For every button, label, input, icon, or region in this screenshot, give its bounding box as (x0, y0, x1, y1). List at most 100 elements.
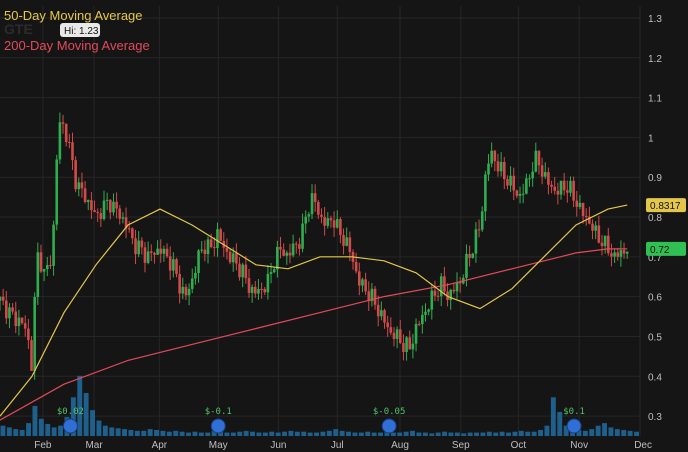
volume-bar (557, 411, 563, 436)
volume-bar (147, 429, 153, 436)
candle-body (127, 228, 131, 230)
candle-body (206, 239, 210, 255)
candle-body (619, 250, 623, 257)
candle-body (490, 150, 493, 164)
price-badge-label: 0.72 (650, 245, 670, 256)
candle-body (285, 252, 289, 256)
candle-body (345, 237, 348, 246)
event-icon (566, 418, 582, 434)
volume-bar (538, 429, 543, 436)
volume-bar (90, 410, 95, 436)
candle-body (436, 295, 440, 297)
candle-body (616, 252, 620, 257)
candle-body (288, 252, 292, 256)
candle-body (172, 259, 175, 271)
candle-body (323, 217, 326, 226)
y-tick-label: 0.5 (648, 332, 662, 343)
candle-body (238, 263, 241, 278)
candle-body (424, 311, 427, 315)
volume-bar (320, 431, 326, 436)
candle-body (266, 273, 270, 293)
volume-bar (544, 425, 550, 436)
candle-body (131, 228, 134, 239)
volume-bar (422, 432, 428, 436)
candle-body (528, 178, 531, 180)
volume-bar (294, 431, 300, 436)
candle-body (159, 248, 163, 254)
candle-body (597, 225, 601, 243)
candle-body (137, 240, 140, 255)
volume-bar (531, 431, 537, 436)
candle-body (474, 229, 478, 254)
candle-body (250, 286, 254, 293)
volume-bar (358, 432, 364, 436)
volume-bar (499, 431, 505, 436)
candle-body (165, 248, 169, 257)
x-tick-label: Dec (634, 440, 652, 451)
volume-bar (390, 432, 396, 436)
volume-bar (403, 431, 409, 436)
candle-body (96, 212, 100, 214)
volume-bar (256, 432, 262, 436)
volume-bar (474, 432, 479, 436)
candle-body (414, 323, 418, 344)
x-tick-label: Aug (391, 440, 409, 451)
candle-body (603, 235, 607, 247)
candle-body (11, 307, 14, 312)
volume-bar (115, 428, 121, 436)
candle-body (45, 264, 49, 270)
candle-body (269, 272, 273, 274)
candle-body (42, 269, 46, 272)
volume-bar (77, 375, 83, 436)
candle-body (241, 264, 244, 278)
candle-body (402, 342, 405, 352)
candle-body (30, 340, 33, 371)
volume-bar (314, 432, 319, 436)
candle-body (5, 300, 8, 319)
x-tick-label: Apr (152, 440, 168, 451)
candle-body (235, 253, 238, 264)
candle-body (342, 234, 345, 246)
candle-body (162, 248, 166, 254)
candle-body (102, 200, 106, 219)
candle-body (27, 328, 30, 341)
price-badge-label: 0.8317 (650, 201, 681, 212)
candle-body (600, 242, 604, 247)
candle-body (52, 224, 55, 266)
volume-bar (518, 430, 524, 436)
candle-body (484, 174, 487, 212)
candle-body (502, 161, 506, 180)
volume-bar (288, 430, 294, 436)
candle-body (540, 165, 544, 177)
candle-body (279, 246, 282, 250)
candle-body (134, 238, 137, 255)
candle-body (386, 322, 389, 328)
y-tick-label: 0.6 (648, 293, 662, 304)
candle-body (606, 235, 610, 254)
candle-body (471, 253, 475, 258)
volume-bar (205, 432, 211, 436)
x-tick-label: Nov (570, 440, 588, 451)
y-tick-label: 0.3 (648, 412, 662, 423)
candle-body (339, 219, 342, 235)
candle-body (531, 171, 534, 179)
candle-body (143, 247, 147, 263)
candle-body (487, 163, 490, 175)
candle-body (443, 276, 446, 292)
candle-body (521, 193, 525, 195)
x-tick-label: Jul (331, 440, 344, 451)
volume-bar (301, 431, 307, 436)
candle-body (17, 317, 21, 327)
volume-bar (179, 431, 185, 436)
candle-body (581, 202, 585, 216)
candle-body (543, 172, 547, 177)
stock-chart: 1.3 1.2 1.1 1 0.9 0.8 0.7 0.6 0.5 0.4 0.3 Feb Mar Apr… (0, 0, 688, 452)
candle-body (247, 278, 251, 293)
candle-body (512, 175, 516, 191)
candle-body (332, 220, 336, 228)
candle-body (452, 289, 456, 292)
candle-body (80, 182, 84, 189)
candle-body (465, 253, 468, 278)
volume-bar (166, 431, 172, 436)
y-tick-label: 1.2 (648, 54, 662, 65)
